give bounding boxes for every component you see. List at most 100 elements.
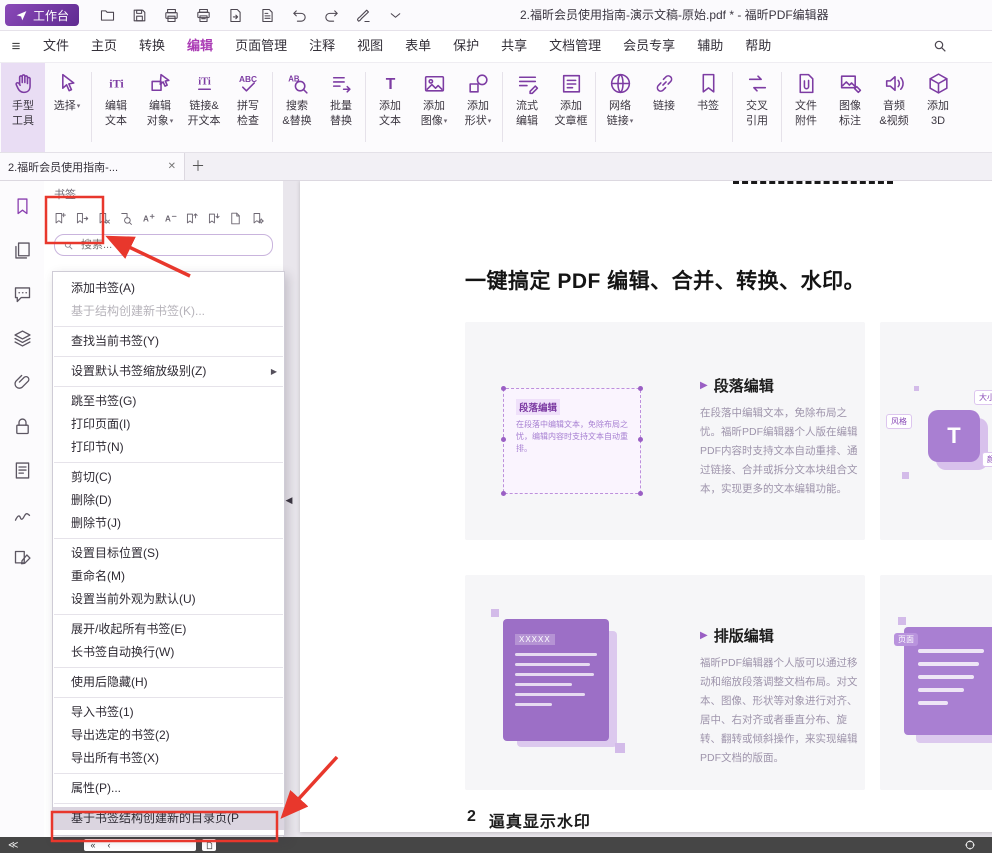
context-menu-item-1[interactable]: 基于结构创建新书签(K)... — [53, 300, 284, 323]
bookmark-search-input[interactable] — [79, 238, 264, 252]
font-dec-icon[interactable]: A — [162, 211, 177, 226]
tool-hand[interactable]: 手型工具 — [1, 62, 45, 152]
context-menu-item-3[interactable]: 查找当前书签(Y) — [53, 330, 284, 353]
tool-cross-ref[interactable]: 交叉引用 — [735, 62, 779, 152]
menu-item-0[interactable]: 文件 — [32, 30, 80, 62]
context-menu-item-11[interactable]: 剪切(C) — [53, 466, 284, 489]
locate-icon[interactable] — [964, 839, 976, 851]
bm-gear-icon[interactable] — [250, 211, 265, 226]
tool-edit-object[interactable]: 编辑对象▾ — [138, 62, 182, 152]
font-inc-icon[interactable]: A — [140, 211, 155, 226]
tool-edit-text[interactable]: iTi编辑文本 — [94, 62, 138, 152]
menu-item-13[interactable]: 帮助 — [734, 30, 782, 62]
menu-item-2[interactable]: 转换 — [128, 30, 176, 62]
tool-add-3d[interactable]: 添加3D — [916, 62, 960, 152]
menu-item-5[interactable]: 注释 — [298, 30, 346, 62]
save-icon[interactable] — [131, 7, 148, 24]
menu-item-3[interactable]: 编辑 — [176, 30, 224, 62]
tool-select[interactable]: 选择▾ — [45, 62, 89, 152]
tool-audio-video[interactable]: 音频&视频 — [872, 62, 916, 152]
tool-link[interactable]: 链接 — [642, 62, 686, 152]
context-menu-item-16[interactable]: 重命名(M) — [53, 565, 284, 588]
menu-item-4[interactable]: 页面管理 — [224, 30, 298, 62]
menu-item-6[interactable]: 视图 — [346, 30, 394, 62]
context-menu-item-17[interactable]: 设置当前外观为默认(U) — [53, 588, 284, 611]
context-menu-item-25[interactable]: 导出选定的书签(2) — [53, 724, 284, 747]
bm-down-icon[interactable] — [206, 211, 221, 226]
new-tab-button[interactable]: ＋ — [185, 153, 211, 180]
sidebar-comment-icon[interactable] — [12, 284, 33, 305]
sidebar-summary-icon[interactable] — [12, 460, 33, 481]
context-menu-item-20[interactable]: 长书签自动换行(W) — [53, 641, 284, 664]
bm-up-icon[interactable] — [184, 211, 199, 226]
context-menu-item-15[interactable]: 设置目标位置(S) — [53, 542, 284, 565]
previous-page-icon[interactable]: ‹ — [107, 840, 110, 850]
tool-web-link[interactable]: 网络链接▾ — [598, 62, 642, 152]
tool-add-shape[interactable]: 添加形状▾ — [456, 62, 500, 152]
sidebar-organize-icon[interactable] — [12, 548, 33, 569]
tool-flow-edit[interactable]: 流式编辑 — [505, 62, 549, 152]
context-menu-item-8[interactable]: 打印页面(I) — [53, 413, 284, 436]
export-doc-icon[interactable] — [227, 7, 244, 24]
context-menu-item-30[interactable]: 基于书签结构创建新的目录页(P — [53, 807, 284, 830]
tool-spell-check[interactable]: ABC拼写检查 — [226, 62, 270, 152]
context-menu-item-0[interactable]: 添加书签(A) — [53, 277, 284, 300]
bookmark-panel-toolbar: AA — [44, 204, 283, 231]
ribbon-collapse-icon[interactable] — [387, 7, 404, 24]
menu-item-11[interactable]: 会员专享 — [612, 30, 686, 62]
print-icon[interactable] — [163, 7, 180, 24]
bm-del-icon[interactable] — [96, 211, 111, 226]
menu-item-9[interactable]: 共享 — [490, 30, 538, 62]
context-menu-item-24[interactable]: 导入书签(1) — [53, 701, 284, 724]
menu-item-1[interactable]: 主页 — [80, 30, 128, 62]
ink-icon[interactable] — [355, 7, 372, 24]
page-doc-icon[interactable] — [228, 211, 243, 226]
tool-batch-replace[interactable]: 批量替换 — [319, 62, 363, 152]
bookmark-search[interactable] — [54, 234, 273, 256]
hamburger-menu-icon[interactable]: ≡ — [0, 38, 32, 55]
workspace-button[interactable]: 工作台 — [5, 4, 79, 26]
search-icon[interactable] — [932, 38, 948, 54]
context-menu-item-5[interactable]: 设置默认书签缩放级别(Z)▶ — [53, 360, 284, 383]
menu-item-12[interactable]: 辅助 — [686, 30, 734, 62]
tool-article-box[interactable]: 添加文章框 — [549, 62, 593, 152]
sidebar-protect-icon[interactable] — [12, 416, 33, 437]
document-tab[interactable]: 2.福昕会员使用指南-... ✕ — [0, 153, 185, 180]
context-menu-item-12[interactable]: 删除(D) — [53, 489, 284, 512]
context-menu-item-7[interactable]: 跳至书签(G) — [53, 390, 284, 413]
page-view-icon[interactable] — [202, 839, 216, 851]
sidebar-pages-icon[interactable] — [12, 240, 33, 261]
context-menu-item-28[interactable]: 属性(P)... — [53, 777, 284, 800]
open-file-icon[interactable] — [99, 7, 116, 24]
tool-image-annot[interactable]: 图像标注 — [828, 62, 872, 152]
bm-find-icon[interactable] — [118, 211, 133, 226]
tool-file-attach[interactable]: 文件附件 — [784, 62, 828, 152]
quick-print-icon[interactable] — [195, 7, 212, 24]
context-menu-item-9[interactable]: 打印节(N) — [53, 436, 284, 459]
context-menu-item-19[interactable]: 展开/收起所有书签(E) — [53, 618, 284, 641]
email-doc-icon[interactable] — [259, 7, 276, 24]
select-icon — [55, 71, 80, 96]
context-menu-item-13[interactable]: 删除节(J) — [53, 512, 284, 535]
statusbar-collapse-icon[interactable]: ≪ — [8, 840, 18, 851]
first-page-icon[interactable]: « — [90, 840, 95, 850]
context-menu-item-22[interactable]: 使用后隐藏(H) — [53, 671, 284, 694]
context-menu-item-26[interactable]: 导出所有书签(X) — [53, 747, 284, 770]
tool-add-image[interactable]: 添加图像▾ — [412, 62, 456, 152]
tool-bookmark[interactable]: 书签 — [686, 62, 730, 152]
bm-next-icon[interactable] — [74, 211, 89, 226]
bm-new-icon[interactable] — [52, 211, 67, 226]
sidebar-attachment-icon[interactable] — [12, 372, 33, 393]
sidebar-sign-icon[interactable] — [12, 504, 33, 525]
menu-item-8[interactable]: 保护 — [442, 30, 490, 62]
redo-icon[interactable] — [323, 7, 340, 24]
tool-link-text[interactable]: iTi链接&开文本 — [182, 62, 226, 152]
tool-search-replace[interactable]: AB搜索&替换 — [275, 62, 319, 152]
sidebar-layers-icon[interactable] — [12, 328, 33, 349]
tool-add-text[interactable]: T添加文本 — [368, 62, 412, 152]
undo-icon[interactable] — [291, 7, 308, 24]
sidebar-bookmark-icon[interactable] — [12, 196, 33, 217]
menu-item-10[interactable]: 文档管理 — [538, 30, 612, 62]
tab-close-icon[interactable]: ✕ — [168, 161, 176, 172]
menu-item-7[interactable]: 表单 — [394, 30, 442, 62]
